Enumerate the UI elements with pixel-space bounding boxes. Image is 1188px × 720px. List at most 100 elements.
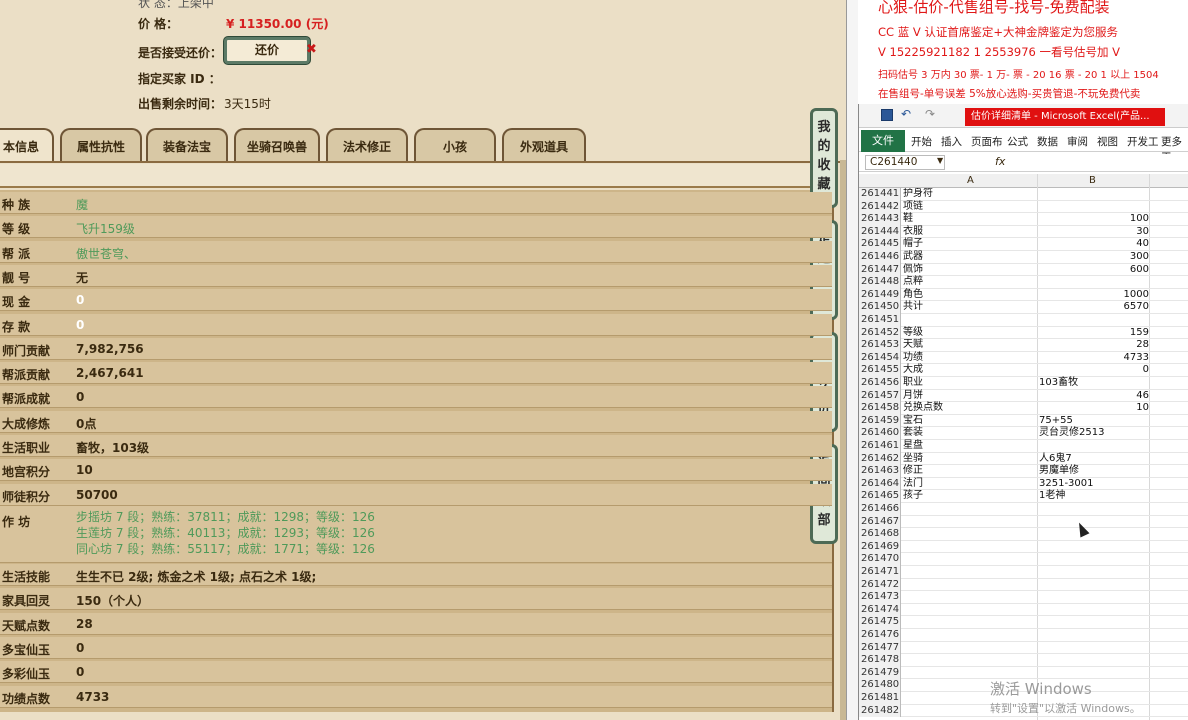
cell-a[interactable]: 功绩 bbox=[903, 352, 923, 364]
row-number[interactable]: 261457 bbox=[859, 389, 901, 403]
sheet-row[interactable]: 261459 宝石 75+55 bbox=[859, 414, 1188, 428]
name-box[interactable]: C261440 bbox=[865, 155, 945, 170]
cell-b[interactable]: 46 bbox=[1039, 390, 1149, 402]
row-number[interactable]: 261456 bbox=[859, 377, 901, 390]
spreadsheet-grid[interactable]: 261441 护身符 261442 项链 261443 鞋 100 261444 衣服 30 261… bbox=[859, 188, 1188, 720]
ribbon-tab[interactable]: 视图 bbox=[1097, 134, 1118, 149]
sheet-row[interactable]: 261458 兑换点数 10 bbox=[859, 402, 1188, 415]
row-number[interactable]: 261464 bbox=[859, 477, 901, 491]
row-number[interactable]: 261478 bbox=[859, 654, 901, 667]
ribbon-tab[interactable]: 页面布 bbox=[971, 134, 1003, 149]
sheet-row[interactable]: 261456 职业 103畜牧 bbox=[859, 377, 1188, 390]
cell-a[interactable]: 法门 bbox=[903, 478, 923, 490]
ribbon-tab[interactable]: 审阅 bbox=[1067, 134, 1088, 149]
cell-b[interactable]: 75+55 bbox=[1039, 415, 1149, 427]
cell-b[interactable]: 男魔单修 bbox=[1039, 465, 1149, 477]
row-number[interactable]: 261444 bbox=[859, 225, 901, 239]
row-number[interactable]: 261480 bbox=[859, 679, 901, 692]
function-icon[interactable]: fx bbox=[995, 155, 1005, 168]
row-number[interactable]: 261481 bbox=[859, 692, 901, 705]
row-number[interactable]: 261473 bbox=[859, 591, 901, 604]
cell-b[interactable]: 103畜牧 bbox=[1039, 377, 1149, 389]
row-number[interactable]: 261479 bbox=[859, 666, 901, 680]
sheet-row[interactable]: 261477 bbox=[859, 641, 1188, 655]
cell-b[interactable]: 1000 bbox=[1039, 289, 1149, 301]
sheet-row[interactable]: 261446 武器 300 bbox=[859, 251, 1188, 264]
cell-a[interactable]: 宝石 bbox=[903, 415, 923, 427]
row-number[interactable]: 261468 bbox=[859, 528, 901, 541]
tab-spell-correction[interactable]: 法术修正 bbox=[326, 128, 408, 161]
sheet-row[interactable]: 261467 bbox=[859, 515, 1188, 529]
sheet-row[interactable]: 261460 套装 灵台灵修2513 bbox=[859, 427, 1188, 440]
cell-a[interactable]: 套装 bbox=[903, 427, 923, 439]
cell-a[interactable]: 孩子 bbox=[903, 490, 923, 502]
cell-a[interactable]: 月饼 bbox=[903, 390, 923, 402]
sheet-row[interactable]: 261455 大成 0 bbox=[859, 364, 1188, 377]
ribbon-tab[interactable]: 开始 bbox=[911, 134, 932, 149]
sheet-row[interactable]: 261448 点粹 bbox=[859, 276, 1188, 289]
cell-b[interactable]: 6570 bbox=[1039, 301, 1149, 313]
sheet-row[interactable]: 261466 bbox=[859, 503, 1188, 516]
sheet-row[interactable]: 261453 天赋 28 bbox=[859, 339, 1188, 352]
sheet-row[interactable]: 261468 bbox=[859, 528, 1188, 541]
undo-icon[interactable]: ↶ bbox=[901, 107, 911, 121]
cell-b[interactable]: 4733 bbox=[1039, 352, 1149, 364]
row-number[interactable]: 261447 bbox=[859, 263, 901, 277]
cell-a[interactable]: 共计 bbox=[903, 301, 923, 313]
tab-basic-info[interactable]: 本信息 bbox=[0, 128, 54, 161]
row-number[interactable]: 261476 bbox=[859, 629, 901, 642]
row-number[interactable]: 261459 bbox=[859, 414, 901, 428]
cell-b[interactable]: 28 bbox=[1039, 339, 1149, 351]
file-tab[interactable]: 文件 bbox=[861, 130, 905, 152]
row-number[interactable]: 261446 bbox=[859, 251, 901, 264]
sheet-row[interactable]: 261445 帽子 40 bbox=[859, 238, 1188, 251]
row-number[interactable]: 261482 bbox=[859, 704, 901, 718]
row-number[interactable]: 261465 bbox=[859, 490, 901, 503]
cell-b[interactable]: 10 bbox=[1039, 402, 1149, 414]
cell-b[interactable]: 40 bbox=[1039, 238, 1149, 250]
redo-icon[interactable]: ↷ bbox=[925, 107, 935, 121]
sheet-row[interactable]: 261465 孩子 1老神 bbox=[859, 490, 1188, 503]
row-number[interactable]: 261462 bbox=[859, 452, 901, 466]
row-number[interactable]: 261467 bbox=[859, 515, 901, 529]
cell-a[interactable]: 职业 bbox=[903, 377, 923, 389]
sheet-row[interactable]: 261478 bbox=[859, 654, 1188, 667]
row-number[interactable]: 261441 bbox=[859, 188, 901, 201]
ribbon-tab[interactable]: 公式 bbox=[1007, 134, 1028, 149]
sheet-row[interactable]: 261441 护身符 bbox=[859, 188, 1188, 201]
row-number[interactable]: 261450 bbox=[859, 301, 901, 314]
row-number[interactable]: 261466 bbox=[859, 503, 901, 516]
sheet-row[interactable]: 261447 佩饰 600 bbox=[859, 263, 1188, 277]
cell-a[interactable]: 星盘 bbox=[903, 440, 923, 452]
cell-a[interactable]: 鞋 bbox=[903, 213, 913, 225]
row-number[interactable]: 261452 bbox=[859, 326, 901, 340]
sheet-row[interactable]: 261462 坐骑 人6鬼7 bbox=[859, 452, 1188, 466]
sheet-row[interactable]: 261454 功绩 4733 bbox=[859, 351, 1188, 365]
cell-a[interactable]: 天赋 bbox=[903, 339, 923, 351]
cell-b[interactable]: 人6鬼7 bbox=[1039, 453, 1149, 465]
sheet-row[interactable]: 261472 bbox=[859, 578, 1188, 592]
save-icon[interactable] bbox=[881, 109, 893, 121]
ribbon-tab[interactable]: 开发工 bbox=[1127, 134, 1159, 149]
cell-a[interactable]: 大成 bbox=[903, 364, 923, 376]
tab-mounts-pets[interactable]: 坐骑召唤兽 bbox=[234, 128, 320, 161]
cell-b[interactable]: 30 bbox=[1039, 226, 1149, 238]
cell-a[interactable]: 帽子 bbox=[903, 238, 923, 250]
sheet-row[interactable]: 261470 bbox=[859, 553, 1188, 566]
cell-b[interactable]: 灵台灵修2513 bbox=[1039, 427, 1149, 439]
row-number[interactable]: 261445 bbox=[859, 238, 901, 251]
row-number[interactable]: 261451 bbox=[859, 314, 901, 327]
sheet-row[interactable]: 261473 bbox=[859, 591, 1188, 604]
sheet-row[interactable]: 261450 共计 6570 bbox=[859, 301, 1188, 314]
cell-b[interactable]: 1老神 bbox=[1039, 490, 1149, 502]
sheet-row[interactable]: 261463 修正 男魔单修 bbox=[859, 465, 1188, 478]
cell-a[interactable]: 修正 bbox=[903, 465, 923, 477]
cell-a[interactable]: 兑换点数 bbox=[903, 402, 943, 414]
cell-a[interactable]: 护身符 bbox=[903, 188, 933, 200]
cell-a[interactable]: 衣服 bbox=[903, 226, 923, 238]
sheet-row[interactable]: 261469 bbox=[859, 540, 1188, 554]
sheet-row[interactable]: 261475 bbox=[859, 616, 1188, 629]
cell-b[interactable]: 100 bbox=[1039, 213, 1149, 225]
cell-a[interactable]: 佩饰 bbox=[903, 264, 923, 276]
tab-children[interactable]: 小孩 bbox=[414, 128, 496, 161]
